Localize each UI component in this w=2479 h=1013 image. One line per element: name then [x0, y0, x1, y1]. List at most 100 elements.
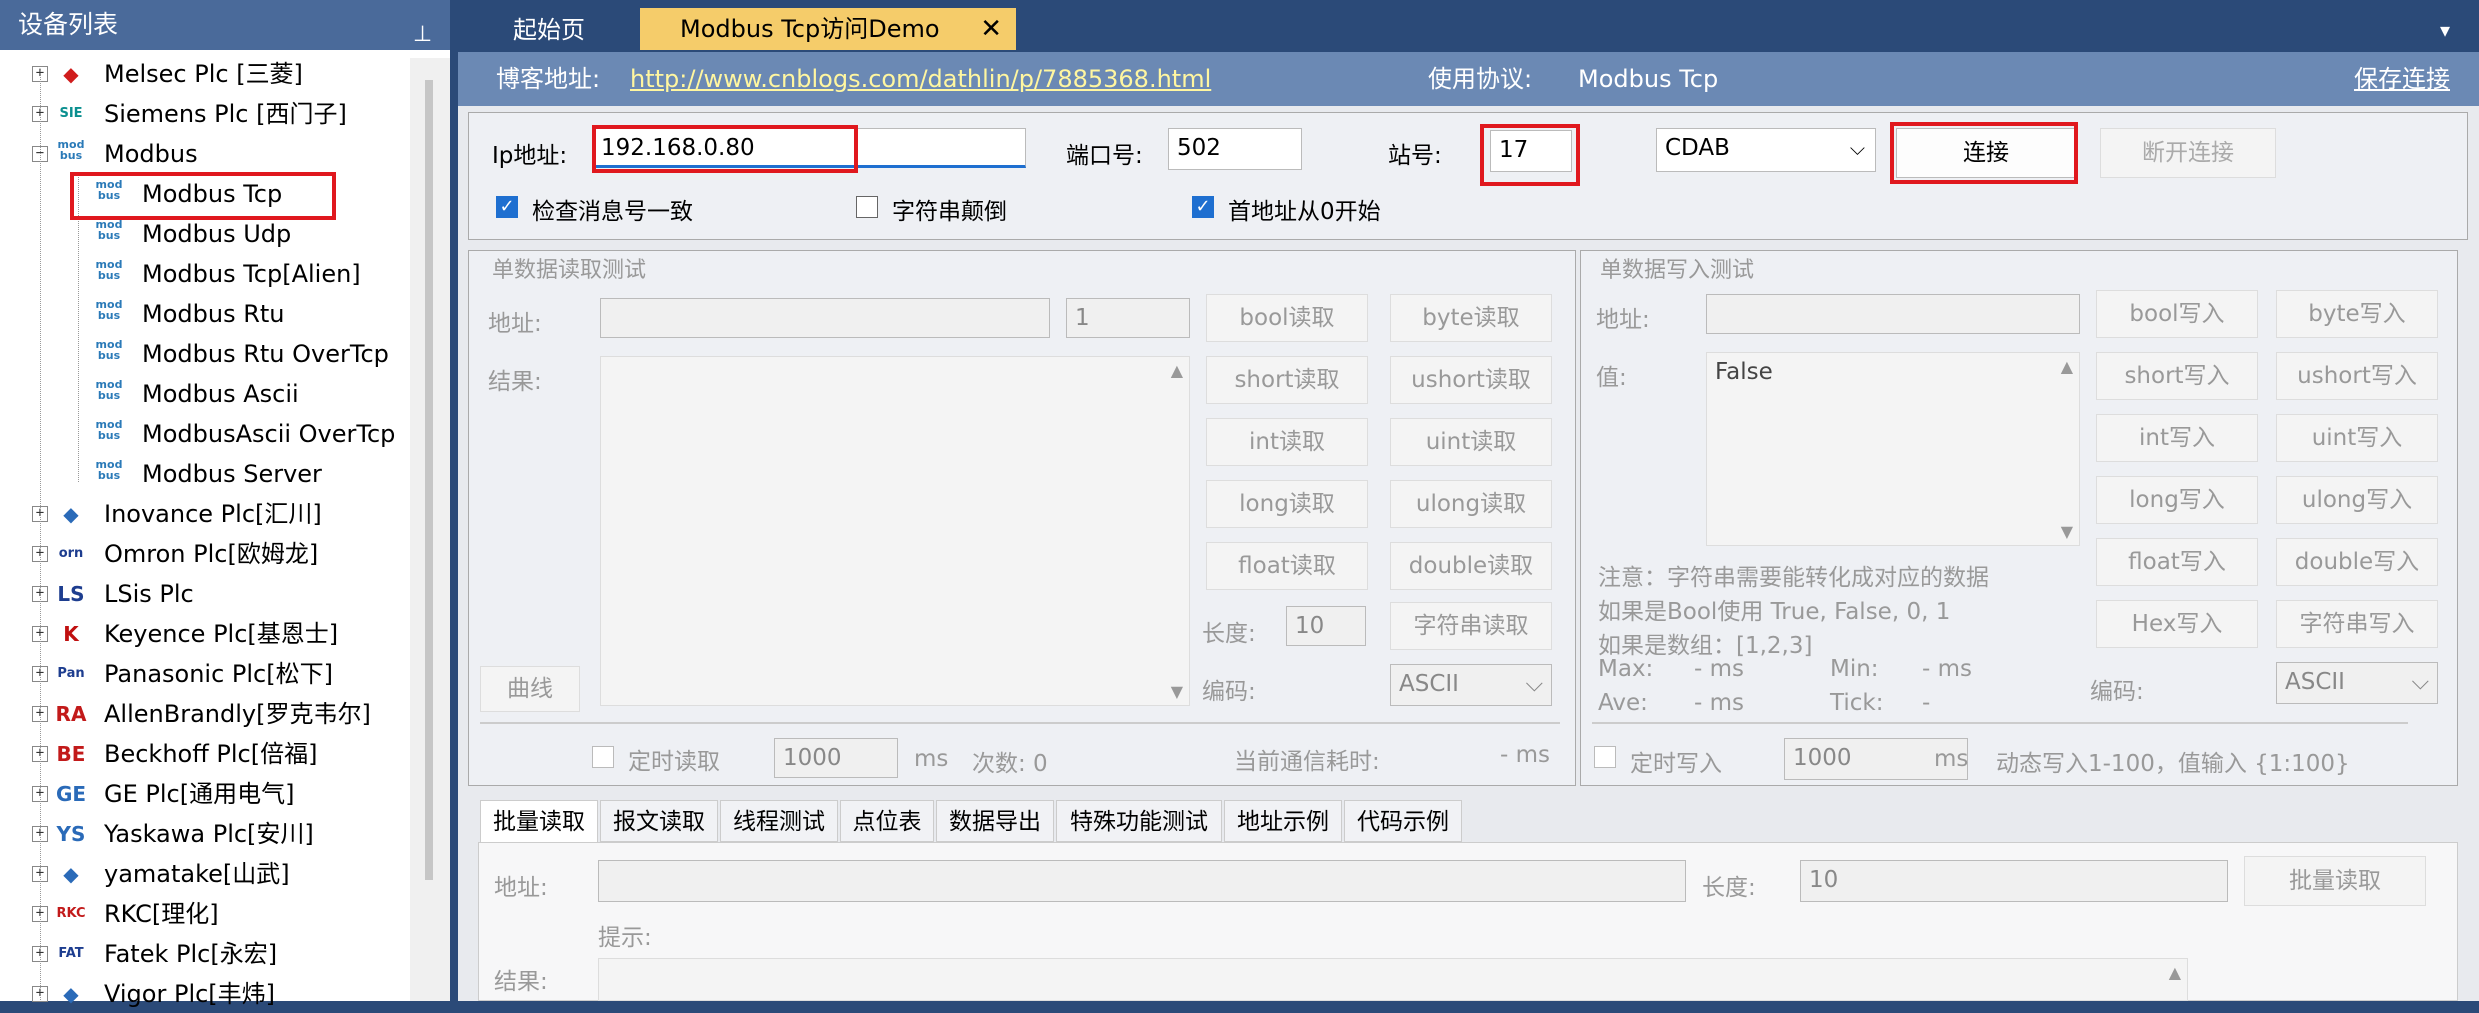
read-button-0[interactable]: bool读取: [1206, 294, 1368, 342]
tree-item-child[interactable]: mod bus Modbus Udp: [0, 215, 410, 253]
string-read-button[interactable]: 字符串读取: [1390, 602, 1552, 650]
scroll-down-icon[interactable]: ▼: [1171, 682, 1183, 701]
tree-item[interactable]: − mod bus Modbus: [0, 135, 410, 173]
tab-start-page[interactable]: 起始页: [466, 10, 632, 50]
chevron-down-icon[interactable]: ▾: [2440, 18, 2450, 42]
read-length-input[interactable]: 10: [1286, 606, 1366, 646]
subtab-4[interactable]: 数据导出: [936, 800, 1054, 842]
subtab-6[interactable]: 地址示例: [1224, 800, 1342, 842]
write-button-10[interactable]: Hex写入: [2096, 600, 2258, 648]
save-connection-link[interactable]: 保存连接: [2354, 52, 2450, 106]
subtab-5[interactable]: 特殊功能测试: [1056, 800, 1222, 842]
write-panel-title: 单数据写入测试: [1596, 252, 1759, 284]
scroll-up-icon[interactable]: ▲: [1171, 361, 1183, 380]
subtab-2[interactable]: 线程测试: [720, 800, 838, 842]
write-button-0[interactable]: bool写入: [2096, 290, 2258, 338]
batch-read-button[interactable]: 批量读取: [2244, 856, 2426, 906]
tree-item[interactable]: + GE GE Plc[通用电气]: [0, 775, 410, 813]
write-button-1[interactable]: byte写入: [2276, 290, 2438, 338]
tree-item[interactable]: + RKC RKC[理化]: [0, 895, 410, 933]
read-result-textarea[interactable]: ▲ ▼: [600, 356, 1190, 706]
batch-length-label: 长度:: [1702, 875, 1756, 901]
read-separator: [480, 722, 1560, 724]
read-button-9[interactable]: double读取: [1390, 542, 1552, 590]
write-button-9[interactable]: double写入: [2276, 538, 2438, 586]
tree-item[interactable]: + ◆ Melsec Plc [三菱]: [0, 55, 410, 93]
highlight-connect: [1890, 122, 2078, 184]
read-address-input[interactable]: [600, 298, 1050, 338]
tree-item[interactable]: + ◆ Inovance Plc[汇川]: [0, 495, 410, 533]
write-button-8[interactable]: float写入: [2096, 538, 2258, 586]
close-icon[interactable]: ✕: [980, 8, 1002, 50]
read-encoding-select[interactable]: ASCII ⌵: [1390, 664, 1552, 706]
tree-item-child[interactable]: mod bus Modbus Rtu OverTcp: [0, 335, 410, 373]
read-button-2[interactable]: short读取: [1206, 356, 1368, 404]
blog-bar: 博客地址: http://www.cnblogs.com/dathlin/p/7…: [458, 52, 2479, 106]
read-button-1[interactable]: byte读取: [1390, 294, 1552, 342]
curve-button[interactable]: 曲线: [480, 666, 580, 712]
tree-item-label: RKC[理化]: [104, 900, 219, 928]
tree-item-child[interactable]: mod bus ModbusAscii OverTcp: [0, 415, 410, 453]
write-encoding-select[interactable]: ASCII ⌵: [2276, 662, 2438, 704]
pin-icon[interactable]: ⊥: [413, 10, 432, 60]
tree-item-child[interactable]: mod bus Modbus Server: [0, 455, 410, 493]
port-label: 端口号:: [1066, 143, 1143, 169]
subtab-3[interactable]: 点位表: [840, 800, 934, 842]
string-reverse-checkbox[interactable]: [856, 196, 878, 218]
write-separator: [1592, 722, 2408, 724]
tree-item[interactable]: + SIE Siemens Plc [西门子]: [0, 95, 410, 133]
modbus-icon: mod bus: [95, 379, 123, 402]
modbus-icon: mod bus: [95, 459, 123, 482]
tree-item[interactable]: + orn Omron Plc[欧姆龙]: [0, 535, 410, 573]
tree-item[interactable]: + FAT Fatek Plc[永宏]: [0, 935, 410, 973]
write-address-input[interactable]: [1706, 294, 2080, 334]
write-button-3[interactable]: ushort写入: [2276, 352, 2438, 400]
write-button-2[interactable]: short写入: [2096, 352, 2258, 400]
read-button-3[interactable]: ushort读取: [1390, 356, 1552, 404]
batch-result-textarea[interactable]: ▲: [598, 958, 2188, 1001]
write-button-4[interactable]: int写入: [2096, 414, 2258, 462]
read-button-7[interactable]: ulong读取: [1390, 480, 1552, 528]
tree-item[interactable]: + RA AllenBrandly[罗克韦尔]: [0, 695, 410, 733]
check-message-id-checkbox[interactable]: ✓: [496, 196, 518, 218]
write-value-textarea[interactable]: False ▲ ▼: [1706, 352, 2080, 546]
tree-item[interactable]: + ◆ yamatake[山武]: [0, 855, 410, 893]
tree-item[interactable]: + Pan Panasonic Plc[松下]: [0, 655, 410, 693]
timer-read-input[interactable]: 1000: [774, 738, 898, 778]
blog-link[interactable]: http://www.cnblogs.com/dathlin/p/7885368…: [630, 52, 1211, 106]
read-button-8[interactable]: float读取: [1206, 542, 1368, 590]
tree-item-label: Omron Plc[欧姆龙]: [104, 540, 319, 568]
subtab-1[interactable]: 报文读取: [600, 800, 718, 842]
tree-item-child[interactable]: mod bus Modbus Tcp[Alien]: [0, 255, 410, 293]
tree-item[interactable]: + K Keyence Plc[基恩士]: [0, 615, 410, 653]
read-button-6[interactable]: long读取: [1206, 480, 1368, 528]
tree-item-child[interactable]: mod bus Modbus Ascii: [0, 375, 410, 413]
subtab-7[interactable]: 代码示例: [1344, 800, 1462, 842]
disconnect-button[interactable]: 断开连接: [2100, 128, 2276, 178]
tree-item[interactable]: + BE Beckhoff Plc[倍福]: [0, 735, 410, 773]
scroll-up-icon[interactable]: ▲: [2061, 357, 2073, 376]
scroll-up-icon[interactable]: ▲: [2169, 963, 2181, 982]
subtab-0[interactable]: 批量读取: [480, 800, 598, 842]
timer-write-checkbox[interactable]: [1594, 746, 1616, 768]
tree-scrollbar-thumb[interactable]: [425, 80, 433, 880]
format-select[interactable]: CDAB ⌵: [1656, 128, 1876, 172]
read-count-input[interactable]: 1: [1066, 298, 1190, 338]
address-start-zero-checkbox[interactable]: ✓: [1192, 196, 1214, 218]
write-button-6[interactable]: long写入: [2096, 476, 2258, 524]
scroll-down-icon[interactable]: ▼: [2061, 522, 2073, 541]
write-button-11[interactable]: 字符串写入: [2276, 600, 2438, 648]
batch-length-input[interactable]: 10: [1800, 860, 2228, 902]
write-button-7[interactable]: ulong写入: [2276, 476, 2438, 524]
timer-read-checkbox[interactable]: [592, 746, 614, 768]
tree-item[interactable]: + LS LSis Plc: [0, 575, 410, 613]
tree-item[interactable]: + ◆ Vigor Plc[丰炜]: [0, 975, 410, 1013]
tree-item[interactable]: + YS Yaskawa Plc[安川]: [0, 815, 410, 853]
write-button-5[interactable]: uint写入: [2276, 414, 2438, 462]
tab-modbus-tcp-demo[interactable]: Modbus Tcp访问Demo ✕: [640, 8, 1016, 50]
batch-address-input[interactable]: [598, 860, 1686, 902]
read-button-4[interactable]: int读取: [1206, 418, 1368, 466]
read-button-5[interactable]: uint读取: [1390, 418, 1552, 466]
port-input[interactable]: 502: [1168, 128, 1302, 170]
tree-item-child[interactable]: mod bus Modbus Rtu: [0, 295, 410, 333]
